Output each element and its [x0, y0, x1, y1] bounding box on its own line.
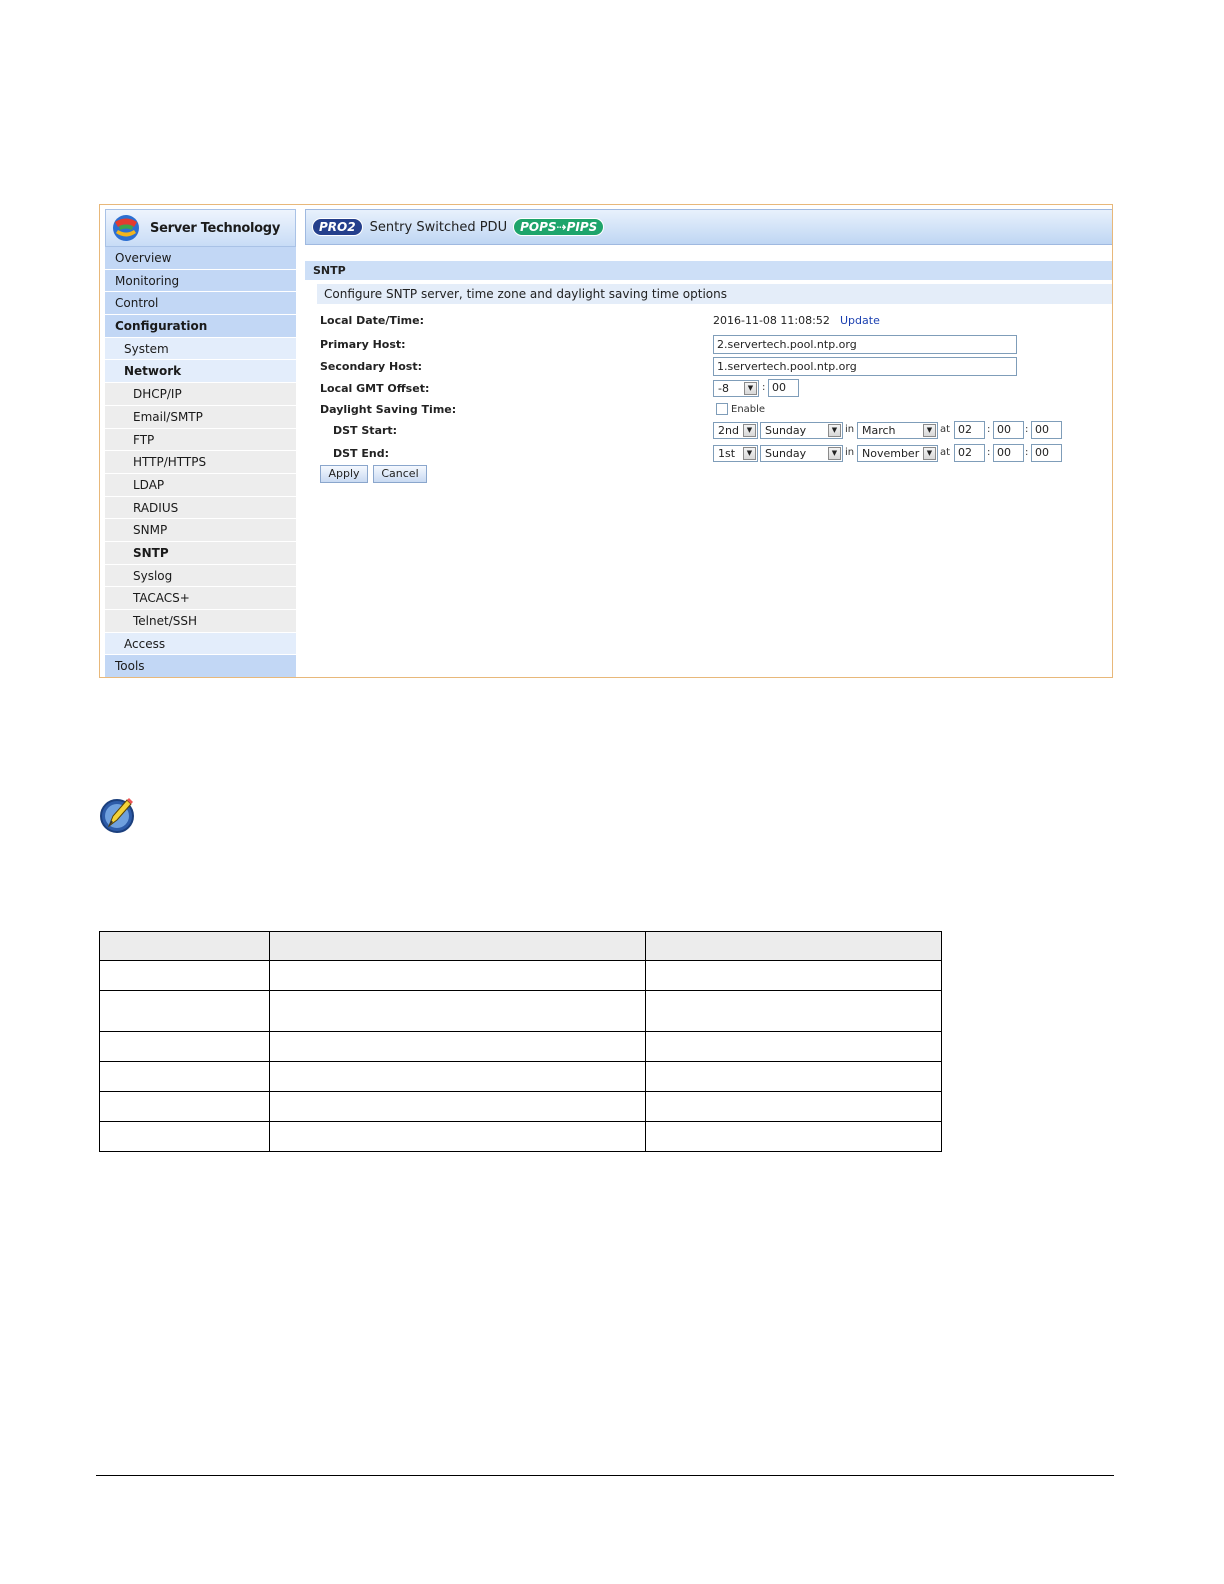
cancel-button[interactable]: Cancel [373, 465, 427, 483]
chevron-down-icon[interactable]: ▼ [828, 447, 841, 460]
server-technology-logo-icon [113, 215, 139, 241]
product-title: Sentry Switched PDU [369, 219, 508, 235]
dst-start-week-select[interactable]: 2nd ▼ [713, 422, 758, 439]
footer-divider [96, 1475, 1114, 1476]
sidebar-item-ldap[interactable]: LDAP [105, 473, 296, 497]
dst-end-day-select[interactable]: Sunday ▼ [760, 445, 843, 462]
dst-end-label: DST End: [333, 447, 390, 460]
section-description: Configure SNTP server, time zone and day… [317, 284, 1112, 304]
sidebar-item-snmp[interactable]: SNMP [105, 519, 296, 542]
table-header-row [99, 931, 942, 961]
sidebar-item-control[interactable]: Control [105, 292, 296, 316]
main-panel: PRO2 Sentry Switched PDU POPS⇢PIPS SNTP … [305, 209, 1112, 677]
dst-end-at-label: at [940, 447, 951, 458]
local-time-label: Local Date/Time: [320, 314, 424, 327]
dst-end-hour-input[interactable]: 02 [954, 444, 985, 462]
sidebar-item-access[interactable]: Access [105, 632, 296, 656]
dst-start-second-input[interactable]: 00 [1031, 421, 1062, 439]
sidebar-item-overview[interactable]: Overview [105, 247, 296, 270]
sidebar-item-telnet-ssh[interactable]: Telnet/SSH [105, 610, 296, 633]
secondary-host-input[interactable]: 1.servertech.pool.ntp.org [713, 357, 1017, 376]
dst-end-day-value: Sunday [765, 447, 807, 460]
dst-end-month-value: November [862, 447, 920, 460]
pencil-note-icon [100, 798, 134, 833]
gmt-hours-select[interactable]: -8 ▼ [713, 380, 759, 397]
sidebar-item-syslog[interactable]: Syslog [105, 564, 296, 588]
dst-end-month-select[interactable]: November ▼ [857, 445, 938, 462]
table-row [99, 1031, 942, 1062]
table-row [99, 1091, 942, 1122]
dst-end-minute-input[interactable]: 00 [993, 444, 1024, 462]
dst-start-week-value: 2nd [718, 424, 739, 437]
dst-end-week-select[interactable]: 1st ▼ [713, 445, 758, 462]
sidebar-item-sntp[interactable]: SNTP [105, 541, 296, 565]
dst-start-month-select[interactable]: March ▼ [857, 422, 938, 439]
sidebar-item-dhcp-ip[interactable]: DHCP/IP [105, 383, 296, 406]
dst-start-minute-input[interactable]: 00 [993, 421, 1024, 439]
dst-end-in-label: in [845, 447, 855, 458]
dst-start-day-value: Sunday [765, 424, 807, 437]
primary-host-label: Primary Host: [320, 338, 406, 351]
dst-start-at-label: at [940, 424, 951, 435]
logo: Server Technology [105, 209, 296, 247]
sidebar-nav: Overview Monitoring Control Configuratio… [105, 247, 296, 677]
sidebar-item-tacacs[interactable]: TACACS+ [105, 587, 296, 610]
screenshot-frame: Server Technology Overview Monitoring Co… [99, 204, 1113, 678]
chevron-down-icon[interactable]: ▼ [923, 447, 936, 460]
sidebar-item-monitoring[interactable]: Monitoring [105, 269, 296, 293]
time-separator: : [987, 447, 991, 458]
dst-enable-label: Enable [731, 404, 766, 415]
dst-enable-checkbox[interactable] [716, 403, 728, 415]
sidebar-item-http-https[interactable]: HTTP/HTTPS [105, 451, 296, 474]
primary-host-input[interactable]: 2.servertech.pool.ntp.org [713, 335, 1017, 354]
dst-start-day-select[interactable]: Sunday ▼ [760, 422, 843, 439]
time-separator: : [1025, 424, 1029, 435]
chevron-down-icon[interactable]: ▼ [743, 447, 756, 460]
time-separator: : [1025, 447, 1029, 458]
chevron-down-icon[interactable]: ▼ [744, 382, 757, 395]
dst-start-label: DST Start: [333, 424, 398, 437]
pro2-badge: PRO2 [312, 218, 363, 236]
secondary-host-label: Secondary Host: [320, 360, 422, 373]
sidebar-item-tools[interactable]: Tools [105, 655, 296, 677]
logo-text: Server Technology [150, 220, 280, 236]
table-row [99, 1121, 942, 1152]
table-header-cell [645, 931, 942, 961]
table-row [99, 1061, 942, 1092]
update-link[interactable]: Update [840, 314, 880, 327]
sidebar-item-configuration[interactable]: Configuration [105, 315, 296, 338]
dst-start-in-label: in [845, 424, 855, 435]
time-separator: : [987, 424, 991, 435]
table-header-cell [269, 931, 646, 961]
table-row [99, 960, 942, 991]
section-title: SNTP [305, 261, 1112, 280]
sidebar-item-system[interactable]: System [105, 337, 296, 361]
gmt-hours-value: -8 [718, 382, 729, 395]
dst-start-month-value: March [862, 424, 896, 437]
chevron-down-icon[interactable]: ▼ [743, 424, 756, 437]
header-banner: PRO2 Sentry Switched PDU POPS⇢PIPS [305, 209, 1112, 245]
dst-end-second-input[interactable]: 00 [1031, 444, 1062, 462]
gmt-minutes-input[interactable]: 00 [768, 379, 799, 397]
gmt-separator: : [762, 382, 766, 393]
sidebar-item-network[interactable]: Network [105, 360, 296, 384]
chevron-down-icon[interactable]: ▼ [923, 424, 936, 437]
dst-start-hour-input[interactable]: 02 [954, 421, 985, 439]
sidebar-item-ftp[interactable]: FTP [105, 428, 296, 452]
table-row [99, 990, 942, 1032]
pops-pips-badge: POPS⇢PIPS [513, 218, 605, 236]
gmt-offset-label: Local GMT Offset: [320, 382, 430, 395]
dst-end-week-value: 1st [718, 447, 736, 460]
sidebar-item-radius[interactable]: RADIUS [105, 496, 296, 520]
apply-button[interactable]: Apply [320, 465, 368, 483]
table-header-cell [99, 931, 270, 961]
sidebar-item-email-smtp[interactable]: Email/SMTP [105, 405, 296, 429]
dst-label: Daylight Saving Time: [320, 403, 457, 416]
sidebar: Server Technology Overview Monitoring Co… [105, 209, 296, 677]
empty-table [99, 931, 942, 1152]
local-time-value: 2016-11-08 11:08:52 [713, 314, 830, 327]
chevron-down-icon[interactable]: ▼ [828, 424, 841, 437]
